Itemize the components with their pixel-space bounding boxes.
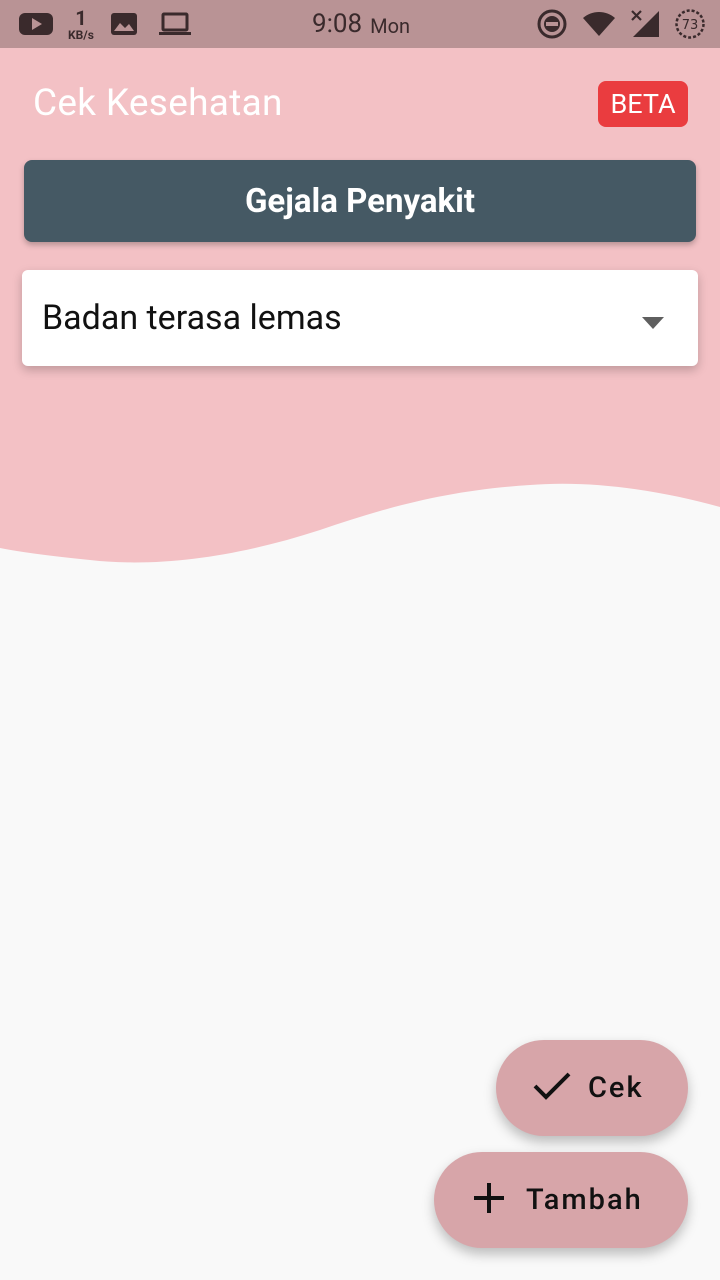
wifi-icon: [582, 11, 616, 37]
status-bar: 1 KB/s 9:08 Mon 73: [0, 0, 720, 48]
check-icon: [532, 1070, 572, 1106]
symptoms-header-button[interactable]: Gejala Penyakit: [24, 160, 696, 242]
do-not-disturb-icon: [536, 8, 568, 40]
battery-level: 73: [682, 18, 699, 33]
net-speed-unit: KB/s: [68, 27, 94, 42]
check-button[interactable]: Cek: [496, 1040, 688, 1136]
no-signal-icon: [630, 9, 660, 39]
add-button[interactable]: Tambah: [434, 1152, 688, 1248]
status-right: 73: [536, 0, 706, 48]
app-title: Cek Kesehatan: [33, 82, 283, 125]
laptop-icon: [158, 11, 192, 37]
net-speed-value: 1: [75, 5, 87, 30]
beta-badge: BETA: [598, 81, 688, 127]
clock-day: Mon: [370, 14, 411, 38]
image-icon: [110, 11, 138, 37]
plus-icon: [472, 1181, 506, 1219]
clock-time: 9:08: [312, 9, 363, 39]
status-left: 1 KB/s: [18, 0, 192, 48]
battery-icon: 73: [674, 8, 706, 40]
chevron-down-icon: [642, 314, 664, 333]
screen: 1 KB/s 9:08 Mon 73 Cek Kesehatan BETA Ge…: [0, 0, 720, 1280]
symptom-dropdown-value: Badan terasa lemas: [42, 298, 342, 338]
check-button-label: Cek: [588, 1071, 644, 1105]
add-button-label: Tambah: [526, 1183, 643, 1217]
symptom-dropdown[interactable]: Badan terasa lemas: [22, 270, 698, 366]
net-speed: 1 KB/s: [68, 8, 94, 41]
youtube-icon: [18, 11, 54, 37]
clock: 9:08 Mon: [312, 0, 410, 48]
